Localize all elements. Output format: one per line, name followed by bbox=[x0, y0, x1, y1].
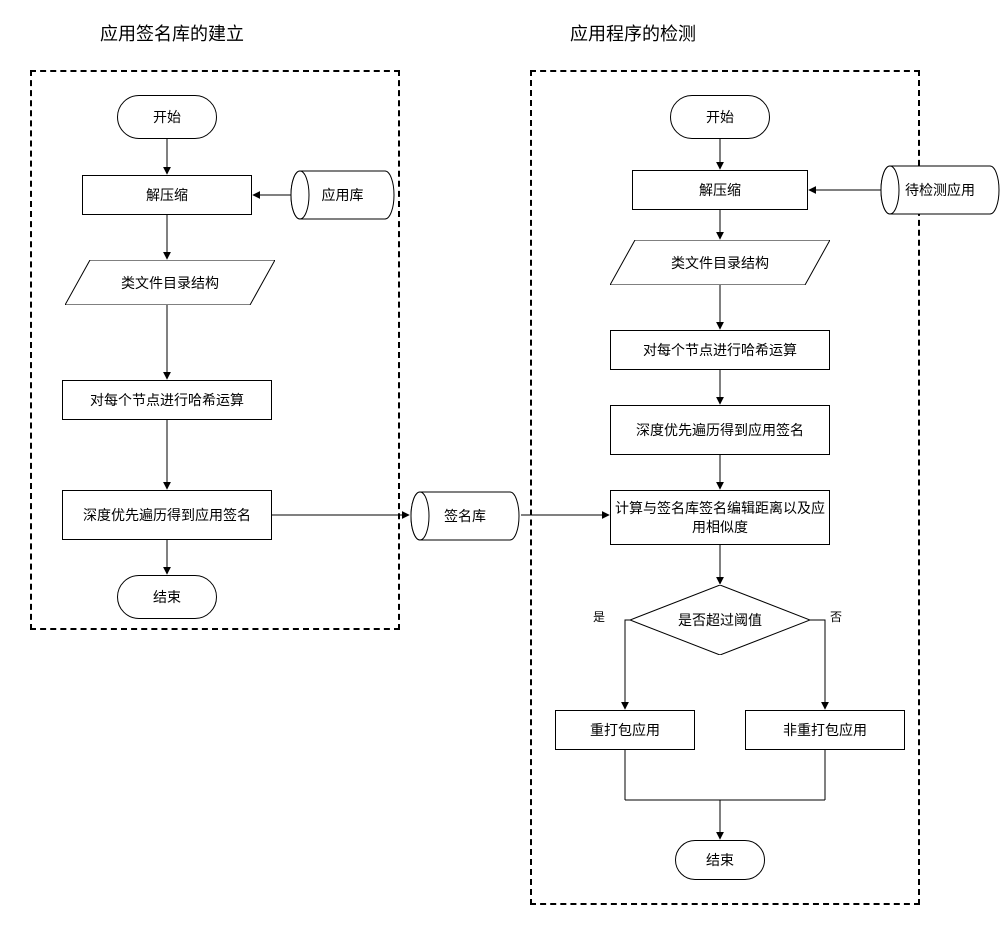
right-dirstruct-data: 类文件目录结构 bbox=[610, 240, 830, 285]
right-hash-process: 对每个节点进行哈希运算 bbox=[610, 330, 830, 370]
right-decompress-process: 解压缩 bbox=[632, 170, 808, 210]
left-end-terminator: 结束 bbox=[117, 575, 217, 619]
flow-diagram: 应用签名库的建立 应用程序的检测 开始 解压缩 应用库 类文件目录结构 对每个节… bbox=[10, 10, 1000, 927]
left-dfs-process: 深度优先遍历得到应用签名 bbox=[62, 490, 272, 540]
left-decompress-process: 解压缩 bbox=[82, 175, 252, 215]
right-end-terminator: 结束 bbox=[675, 840, 765, 880]
left-app-store-label: 应用库 bbox=[322, 185, 364, 205]
left-start-terminator: 开始 bbox=[117, 95, 217, 139]
decision-yes-label: 是 bbox=[593, 608, 605, 625]
center-sigstore-label: 签名库 bbox=[444, 506, 486, 526]
decision-no-label: 否 bbox=[830, 608, 842, 625]
right-decision-label: 是否超过阈值 bbox=[678, 610, 762, 630]
left-app-store-db: 应用库 bbox=[290, 170, 395, 220]
right-dfs-process: 深度优先遍历得到应用签名 bbox=[610, 405, 830, 455]
title-left: 应用签名库的建立 bbox=[100, 20, 244, 46]
left-hash-process: 对每个节点进行哈希运算 bbox=[62, 380, 272, 420]
right-threshold-decision: 是否超过阈值 bbox=[630, 585, 810, 655]
title-right: 应用程序的检测 bbox=[570, 20, 696, 46]
right-dirstruct-label: 类文件目录结构 bbox=[671, 253, 769, 273]
right-calc-dist-process: 计算与签名库签名编辑距离以及应用相似度 bbox=[610, 490, 830, 545]
center-sigstore-db: 签名库 bbox=[410, 491, 520, 541]
left-dirstruct-label: 类文件目录结构 bbox=[121, 273, 219, 293]
right-not-repack-process: 非重打包应用 bbox=[745, 710, 905, 750]
right-app-to-detect-db: 待检测应用 bbox=[880, 165, 1000, 215]
left-dirstruct-data: 类文件目录结构 bbox=[65, 260, 275, 305]
dash-left bbox=[30, 70, 400, 630]
right-repack-process: 重打包应用 bbox=[555, 710, 695, 750]
right-start-terminator: 开始 bbox=[670, 95, 770, 139]
right-app-to-detect-label: 待检测应用 bbox=[905, 180, 975, 200]
